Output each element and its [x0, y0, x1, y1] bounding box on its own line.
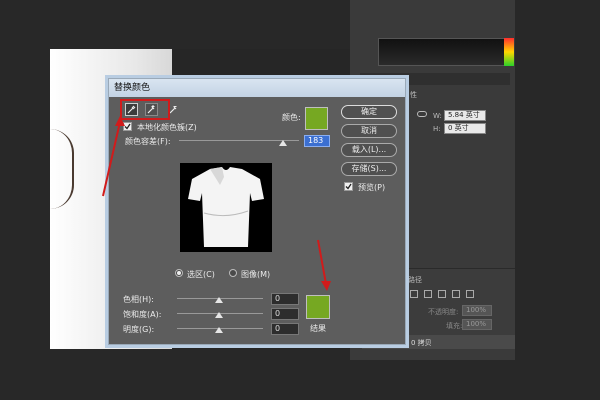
annotation-arrow-to-result — [317, 239, 331, 291]
annotation-arrow-to-eyedropper — [102, 116, 125, 197]
annotation-arrows — [102, 116, 331, 291]
